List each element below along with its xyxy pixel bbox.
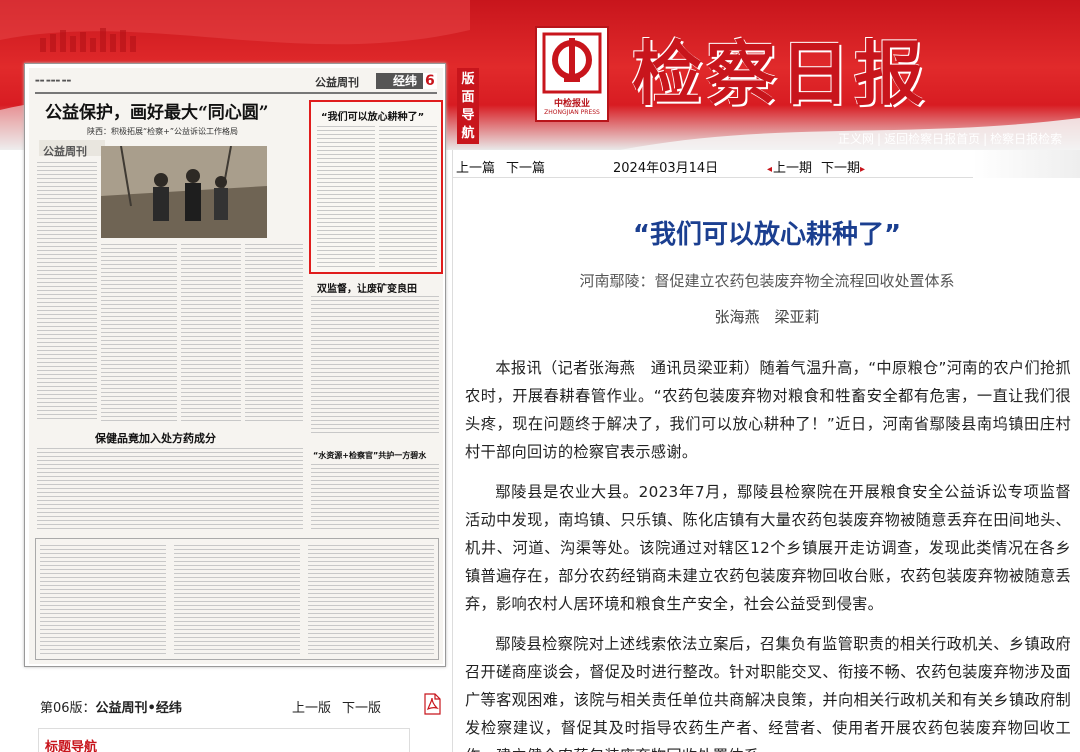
prosecutor-emblem-icon [542, 32, 602, 94]
nav-bar-fade [973, 150, 1080, 178]
link-separator: | [983, 132, 988, 146]
edition-label: 第06版：公益周刊•经纬 [40, 697, 182, 716]
pdf-icon[interactable] [423, 693, 441, 715]
next-issue-label: 下一期 [821, 161, 861, 176]
page-number: 6 [423, 73, 437, 89]
highlighted-article-title: “我们可以放心耕种了” [321, 112, 425, 123]
link-home[interactable]: 返回检察日报首页 [884, 132, 980, 146]
prev-issue-link[interactable]: ◂上一期 [767, 157, 812, 176]
article-nav-bar: 上一篇 下一篇 2024年03月14日 ◂上一期 下一期▸ [453, 150, 1080, 178]
title-nav-heading: 标题导航 [45, 740, 98, 752]
page-header-small-text: ▬▬ ▬▬▬ ▬▬ [35, 78, 72, 84]
logo-text: 中检报业 [553, 99, 590, 109]
prev-edition-link[interactable]: 上一版 [292, 697, 331, 716]
edition-prefix: 第06版： [40, 701, 96, 716]
text-column [101, 244, 177, 424]
text-column [174, 545, 300, 655]
column-tag-label: 公益周刊 [43, 145, 87, 158]
newspaper-page-image[interactable]: ▬▬ ▬▬▬ ▬▬ 公益周刊 经纬 6 公益保护，画好最大“同心圆” 陕西：积极… [24, 63, 446, 667]
edition-bar: 第06版：公益周刊•经纬 上一版 下一版 [38, 693, 448, 717]
next-issue-link[interactable]: 下一期▸ [821, 157, 866, 176]
column-tag: 公益周刊 [39, 140, 105, 158]
article-panel: 上一篇 下一篇 2024年03月14日 ◂上一期 下一期▸ “我们可以放心耕种了… [452, 150, 1080, 752]
text-column [379, 126, 437, 268]
text-column [37, 448, 303, 532]
photo-illustration [101, 146, 267, 238]
link-zhengyi[interactable]: 正义网 [838, 132, 874, 146]
top-links: 正义网 | 返回检察日报首页 | 检察日报检索 [838, 130, 1062, 147]
next-edition-link[interactable]: 下一版 [342, 697, 381, 716]
edition-name: 公益周刊•经纬 [95, 701, 182, 716]
article-paragraph: 鄢陵县是农业大县。2023年7月，鄢陵县检察院在开展粮食安全公益诉讼专项监督活动… [465, 483, 1071, 613]
link-separator: | [877, 132, 882, 146]
article-subtitle: 河南鄢陵：督促建立农药包装废弃物全流程回收处置体系 [579, 272, 955, 290]
text-column [245, 244, 303, 424]
article-paragraph: 本报讯（记者张海燕 通讯员梁亚莉）随着气温升高，“中原粮仓”河南的农户们抢抓农时… [465, 359, 1071, 461]
page-headline-2[interactable]: 双监督，让废矿变良田 [317, 280, 417, 295]
arrow-left-icon: ◂ [767, 164, 773, 175]
logo[interactable]: 中检报业 ZHONGJIAN PRESS [535, 26, 609, 122]
text-column [37, 162, 97, 422]
text-column [40, 545, 166, 655]
newspaper-title: 检察日报 [632, 32, 928, 115]
text-column [311, 296, 439, 436]
next-article-link[interactable]: 下一篇 [506, 157, 545, 176]
arrow-right-icon: ▸ [860, 164, 866, 175]
page-headline-sub: 陕西：积极拓展“检察+”公益诉讼工作格局 [87, 127, 238, 136]
bottom-article-box[interactable] [35, 538, 439, 660]
issue-date: 2024年03月14日 [613, 161, 719, 176]
news-photo [101, 146, 267, 238]
logo-english-text: ZHONGJIAN PRESS [544, 109, 600, 116]
text-column [308, 545, 434, 655]
page-headline[interactable]: 公益保护，画好最大“同心圆” [45, 98, 269, 123]
page-headline-4[interactable]: “水资源+检察官”共护一方碧水 [313, 450, 426, 461]
title-nav-panel: 标题导航 [38, 728, 410, 752]
highlighted-article-box[interactable]: “我们可以放心耕种了” [309, 100, 443, 274]
section-nav-tab[interactable]: 版面导航 [457, 68, 479, 144]
article-paragraph: 鄢陵县检察院对上述线索依法立案后，召集负有监管职责的相关行政机关、乡镇政府召开磋… [465, 635, 1071, 752]
text-column [181, 244, 241, 424]
text-column [317, 126, 375, 268]
newspaper-page-content: ▬▬ ▬▬▬ ▬▬ 公益周刊 经纬 6 公益保护，画好最大“同心圆” 陕西：积极… [29, 68, 443, 664]
page-section-label: 公益周刊 [315, 76, 359, 89]
link-search[interactable]: 检察日报检索 [990, 132, 1062, 146]
text-column [311, 464, 439, 532]
article-title: “我们可以放心耕种了” [632, 220, 902, 250]
page-root: 中检报业 ZHONGJIAN PRESS 检察日报 正义网 | 返回检察日报首页 | 检… [0, 0, 1080, 752]
article-author: 张海燕 梁亚莉 [714, 308, 820, 326]
page-rule [35, 92, 437, 94]
prev-article-link[interactable]: 上一篇 [456, 157, 495, 176]
prev-issue-label: 上一期 [773, 161, 813, 176]
page-headline-3[interactable]: 保健品竟加入处方药成分 [95, 430, 216, 446]
article-body: 本报讯（记者张海燕 通讯员梁亚莉）随着气温升高，“中原粮仓”河南的农户们抢抓农时… [465, 354, 1071, 752]
